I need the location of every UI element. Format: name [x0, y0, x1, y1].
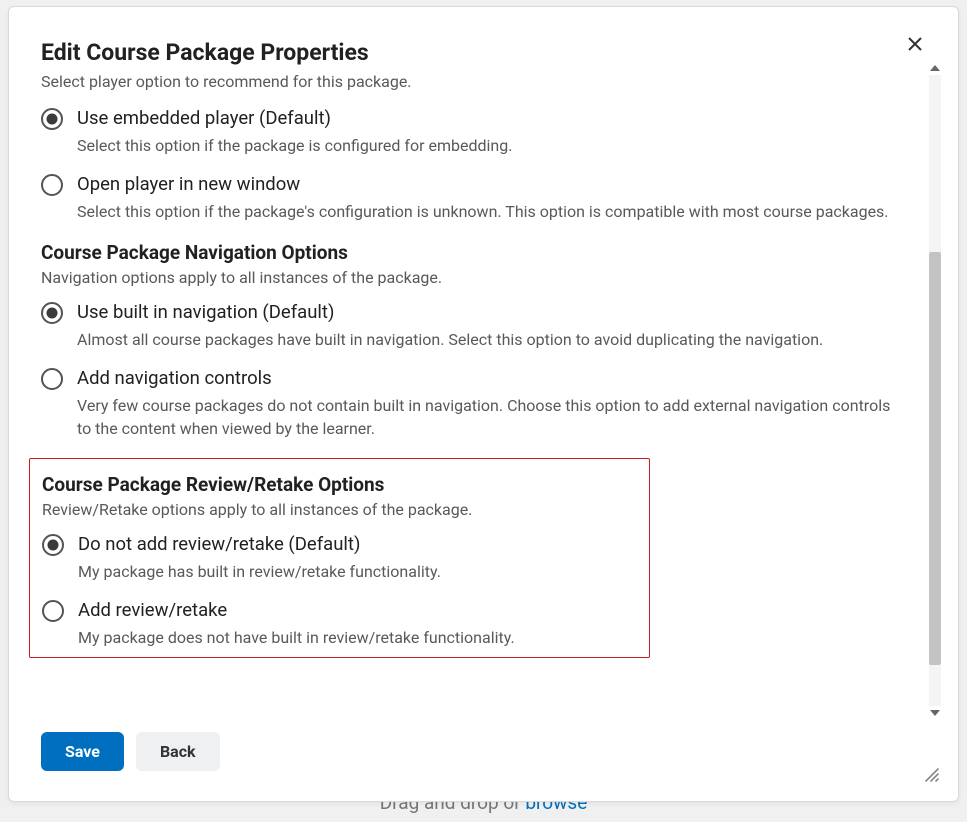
- option-no-review-retake[interactable]: Do not add review/retake (Default) My pa…: [42, 531, 637, 583]
- dialog-footer: Save Back: [23, 724, 944, 787]
- option-desc: My package has built in review/retake fu…: [78, 560, 637, 583]
- radio-new-window[interactable]: [41, 174, 63, 196]
- save-button[interactable]: Save: [41, 732, 124, 771]
- option-add-navigation[interactable]: Add navigation controls Very few course …: [41, 365, 908, 440]
- radio-no-review-retake[interactable]: [42, 534, 64, 556]
- dialog-title: Edit Course Package Properties: [41, 39, 908, 66]
- option-desc: Select this option if the package is con…: [77, 134, 908, 157]
- scroll-up-icon[interactable]: [930, 65, 940, 71]
- radio-embedded-player[interactable]: [41, 108, 63, 130]
- option-desc: Very few course packages do not contain …: [77, 394, 908, 440]
- vertical-scrollbar[interactable]: [926, 65, 944, 716]
- close-icon[interactable]: [904, 33, 926, 55]
- option-label: Use built in navigation (Default): [77, 299, 908, 326]
- section-subheading-navigation: Navigation options apply to all instance…: [41, 268, 908, 287]
- dialog-content: Edit Course Package Properties Select pl…: [23, 21, 926, 724]
- option-built-in-navigation[interactable]: Use built in navigation (Default) Almost…: [41, 299, 908, 351]
- radio-built-in-navigation[interactable]: [41, 302, 63, 324]
- option-desc: Almost all course packages have built in…: [77, 328, 908, 351]
- option-label: Use embedded player (Default): [77, 105, 908, 132]
- dialog-subtitle: Select player option to recommend for th…: [41, 72, 908, 91]
- option-label: Open player in new window: [77, 171, 908, 198]
- section-subheading-review: Review/Retake options apply to all insta…: [42, 500, 637, 519]
- option-desc: Select this option if the package's conf…: [77, 200, 908, 223]
- scroll-down-icon[interactable]: [930, 710, 940, 716]
- section-heading-navigation: Course Package Navigation Options: [41, 241, 908, 264]
- option-label: Add navigation controls: [77, 365, 908, 392]
- option-add-review-retake[interactable]: Add review/retake My package does not ha…: [42, 597, 637, 649]
- option-desc: My package does not have built in review…: [78, 626, 637, 649]
- scroll-thumb[interactable]: [929, 252, 941, 665]
- resize-handle-icon[interactable]: [922, 765, 940, 783]
- option-label: Add review/retake: [78, 597, 637, 624]
- radio-add-navigation[interactable]: [41, 368, 63, 390]
- option-new-window[interactable]: Open player in new window Select this op…: [41, 171, 908, 223]
- review-retake-highlight: Course Package Review/Retake Options Rev…: [29, 458, 650, 658]
- radio-add-review-retake[interactable]: [42, 600, 64, 622]
- back-button[interactable]: Back: [136, 732, 220, 771]
- option-embedded-player[interactable]: Use embedded player (Default) Select thi…: [41, 105, 908, 157]
- navigation-options-section: Course Package Navigation Options Naviga…: [41, 241, 908, 440]
- modal-dialog: Edit Course Package Properties Select pl…: [8, 6, 959, 802]
- option-label: Do not add review/retake (Default): [78, 531, 637, 558]
- section-heading-review: Course Package Review/Retake Options: [42, 473, 637, 496]
- scroll-track[interactable]: [929, 75, 941, 706]
- player-options-section: Use embedded player (Default) Select thi…: [41, 105, 908, 223]
